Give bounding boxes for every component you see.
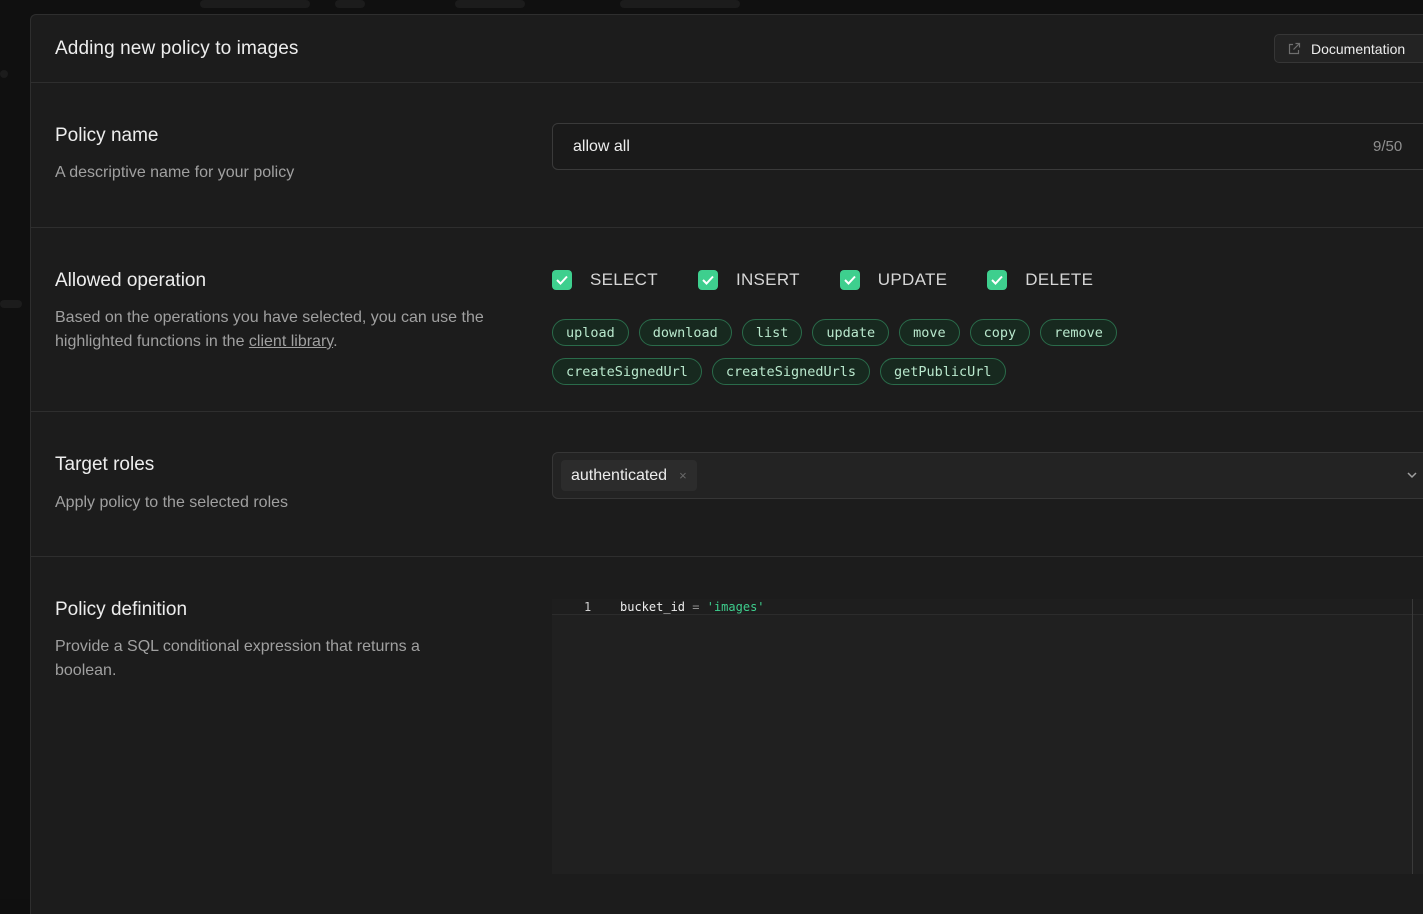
allowed-operation-description: Based on the operations you have selecte… <box>55 306 505 354</box>
character-counter: 9/50 <box>1373 138 1402 155</box>
backdrop-blurred-text <box>620 0 740 8</box>
check-icon <box>702 275 714 285</box>
policy-name-title: Policy name <box>55 125 159 147</box>
check-icon <box>991 275 1003 285</box>
operation-update[interactable]: UPDATE <box>840 270 948 290</box>
operation-insert[interactable]: INSERT <box>698 270 800 290</box>
modal-title: Adding new policy to images <box>55 38 299 60</box>
operation-label: INSERT <box>736 270 800 290</box>
section-allowed-operation: Allowed operation Based on the operation… <box>31 228 1423 412</box>
policy-modal: Adding new policy to images Documentatio… <box>30 14 1423 914</box>
code-string: 'images' <box>707 600 765 614</box>
sql-editor[interactable]: 1 bucket_id = 'images' <box>552 599 1423 874</box>
code-operator: = <box>692 600 699 614</box>
target-roles-title: Target roles <box>55 454 154 476</box>
documentation-label: Documentation <box>1311 41 1405 57</box>
section-policy-definition: Policy definition Provide a SQL conditio… <box>31 557 1423 914</box>
operation-label: SELECT <box>590 270 658 290</box>
line-number: 1 <box>584 599 591 615</box>
function-tag: update <box>812 319 889 346</box>
documentation-button[interactable]: Documentation <box>1274 34 1423 63</box>
function-tag: createSignedUrls <box>712 358 870 385</box>
backdrop-blurred-text <box>200 0 310 8</box>
client-library-link[interactable]: client library <box>249 333 333 350</box>
function-tag: copy <box>970 319 1031 346</box>
function-tags-row-2: createSignedUrl createSignedUrls getPubl… <box>552 358 1016 385</box>
code-identifier: bucket_id <box>620 600 685 614</box>
operation-label: UPDATE <box>878 270 948 290</box>
checkbox-update[interactable] <box>840 270 860 290</box>
role-chip-label: authenticated <box>571 467 667 485</box>
section-policy-name: Policy name A descriptive name for your … <box>31 83 1423 228</box>
remove-role-icon[interactable]: × <box>679 468 687 483</box>
operation-label: DELETE <box>1025 270 1093 290</box>
policy-name-value: allow all <box>573 138 630 156</box>
description-suffix: . <box>333 333 337 350</box>
check-icon <box>556 275 568 285</box>
function-tag: upload <box>552 319 629 346</box>
function-tags-row-1: upload download list update move copy re… <box>552 319 1127 346</box>
check-icon <box>844 275 856 285</box>
checkbox-insert[interactable] <box>698 270 718 290</box>
operations-row: SELECT INSERT UPDATE DELETE <box>552 270 1133 290</box>
checkbox-select[interactable] <box>552 270 572 290</box>
allowed-operation-title: Allowed operation <box>55 270 206 292</box>
function-tag: getPublicUrl <box>880 358 1006 385</box>
chevron-down-icon[interactable] <box>1405 468 1419 482</box>
function-tag: move <box>899 319 960 346</box>
function-tag: list <box>742 319 803 346</box>
roles-multiselect[interactable]: authenticated × <box>552 452 1423 499</box>
policy-definition-description: Provide a SQL conditional expression tha… <box>55 635 485 683</box>
role-chip-authenticated: authenticated × <box>561 460 697 491</box>
modal-header: Adding new policy to images Documentatio… <box>31 15 1423 83</box>
function-tag: createSignedUrl <box>552 358 702 385</box>
function-tag: download <box>639 319 732 346</box>
backdrop-blurred-text <box>0 70 8 78</box>
function-tag: remove <box>1040 319 1117 346</box>
operation-select[interactable]: SELECT <box>552 270 658 290</box>
policy-name-input[interactable]: allow all 9/50 <box>552 123 1423 170</box>
backdrop-blurred-text <box>455 0 525 8</box>
target-roles-description: Apply policy to the selected roles <box>55 491 505 515</box>
backdrop-blurred-text <box>335 0 365 8</box>
code-line[interactable]: bucket_id = 'images' <box>620 599 765 615</box>
operation-delete[interactable]: DELETE <box>987 270 1093 290</box>
checkbox-delete[interactable] <box>987 270 1007 290</box>
policy-name-description: A descriptive name for your policy <box>55 161 505 185</box>
section-target-roles: Target roles Apply policy to the selecte… <box>31 412 1423 557</box>
policy-definition-title: Policy definition <box>55 599 187 621</box>
editor-scrollbar[interactable] <box>1412 599 1413 874</box>
backdrop-blurred-text <box>0 300 22 308</box>
external-link-icon <box>1287 42 1301 56</box>
